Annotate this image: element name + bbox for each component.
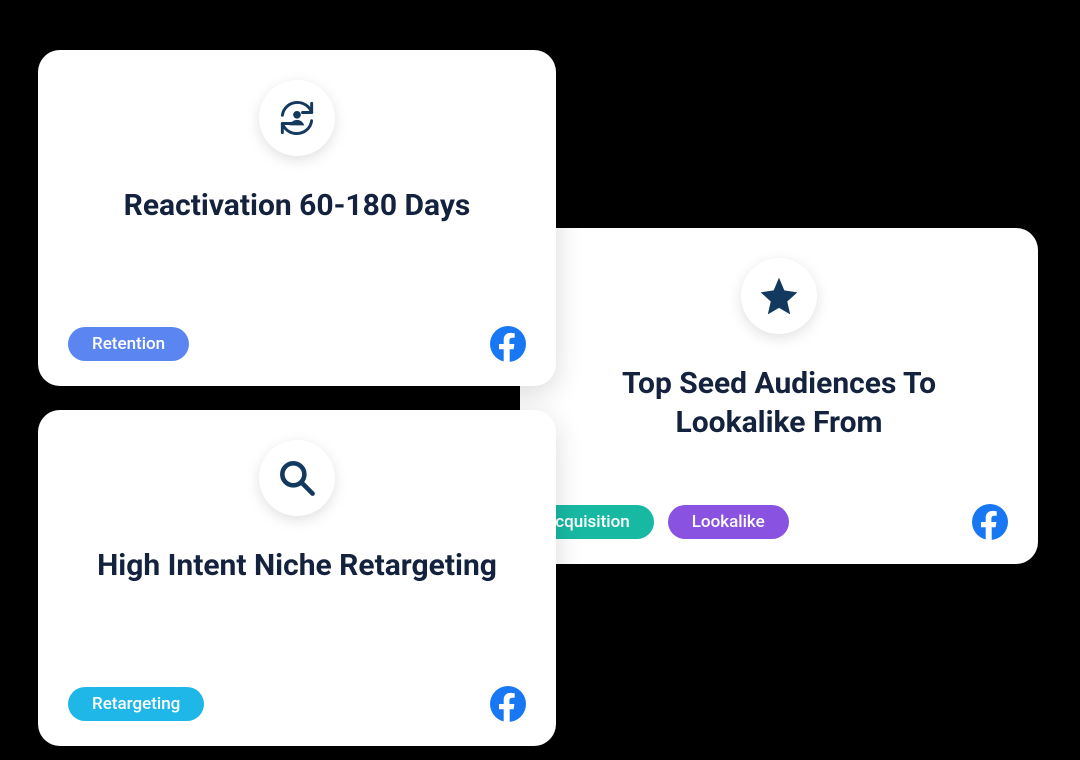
tag-retention[interactable]: Retention bbox=[68, 327, 189, 361]
card-title: Top Seed Audiences To Lookalike From bbox=[569, 364, 989, 442]
facebook-icon bbox=[490, 326, 526, 362]
card-title: Reactivation 60-180 Days bbox=[124, 186, 471, 225]
star-icon bbox=[741, 258, 817, 334]
audience-card-retargeting[interactable]: High Intent Niche Retargeting Retargetin… bbox=[38, 410, 556, 746]
reactivation-cycle-icon bbox=[259, 80, 335, 156]
audience-card-lookalike[interactable]: Top Seed Audiences To Lookalike From Acq… bbox=[520, 228, 1038, 564]
audience-card-reactivation[interactable]: Reactivation 60-180 Days Retention bbox=[38, 50, 556, 386]
tag-list: Retargeting bbox=[68, 687, 204, 721]
card-title: High Intent Niche Retargeting bbox=[97, 546, 497, 585]
facebook-icon bbox=[490, 686, 526, 722]
tag-list: Acquisition Lookalike bbox=[520, 505, 789, 539]
tag-lookalike[interactable]: Lookalike bbox=[668, 505, 789, 539]
facebook-icon bbox=[972, 504, 1008, 540]
search-icon bbox=[259, 440, 335, 516]
tag-retargeting[interactable]: Retargeting bbox=[68, 687, 204, 721]
tag-list: Retention bbox=[68, 327, 189, 361]
